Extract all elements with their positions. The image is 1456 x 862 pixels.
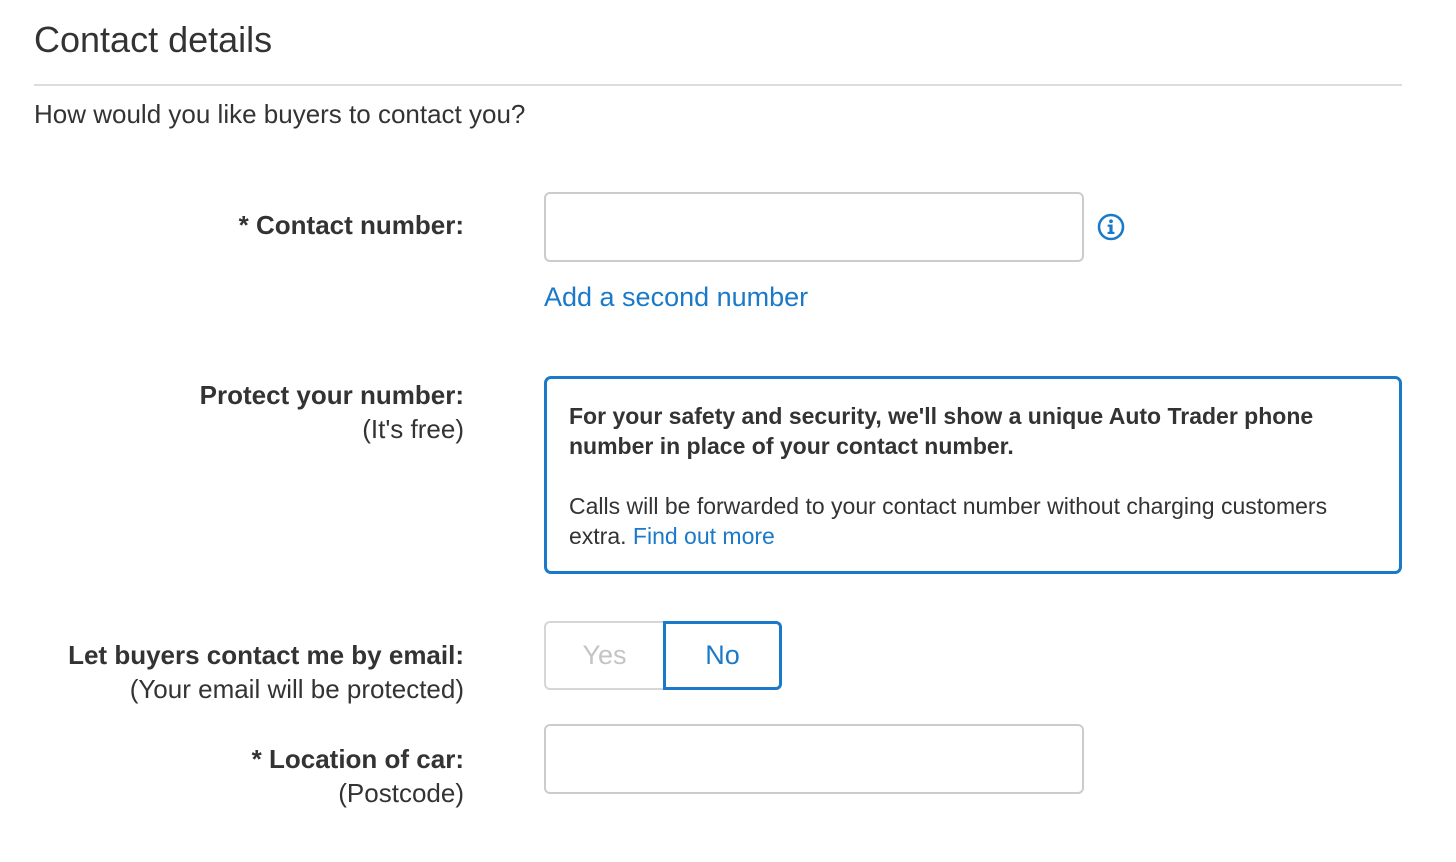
location-label: * Location of car: bbox=[251, 744, 464, 774]
email-contact-label: Let buyers contact me by email: bbox=[68, 640, 464, 670]
location-label-group: * Location of car: (Postcode) bbox=[252, 742, 464, 810]
protect-number-label: Protect your number: bbox=[199, 380, 464, 410]
contact-number-label-group: * Contact number: bbox=[239, 208, 464, 242]
email-yes-button[interactable]: Yes bbox=[544, 621, 663, 690]
email-contact-label-group: Let buyers contact me by email: (Your em… bbox=[68, 638, 464, 706]
contact-number-input[interactable] bbox=[544, 192, 1084, 262]
location-sublabel: (Postcode) bbox=[338, 778, 464, 808]
protect-number-notice: For your safety and security, we'll show… bbox=[544, 376, 1402, 574]
protect-number-sublabel: (It's free) bbox=[362, 414, 464, 444]
email-contact-toggle: Yes No bbox=[544, 621, 782, 690]
email-no-button[interactable]: No bbox=[663, 621, 782, 690]
postcode-input[interactable] bbox=[544, 724, 1084, 794]
page-title: Contact details bbox=[34, 19, 273, 60]
add-second-number-link[interactable]: Add a second number bbox=[544, 281, 808, 313]
find-out-more-link[interactable]: Find out more bbox=[633, 523, 775, 549]
notice-headline: For your safety and security, we'll show… bbox=[569, 403, 1314, 459]
section-intro: How would you like buyers to contact you… bbox=[34, 99, 526, 129]
section-divider bbox=[34, 84, 1402, 86]
contact-number-label: * Contact number: bbox=[238, 210, 464, 240]
protect-number-label-group: Protect your number: (It's free) bbox=[200, 378, 464, 446]
email-contact-sublabel: (Your email will be protected) bbox=[129, 674, 464, 704]
info-circle-icon[interactable] bbox=[1097, 213, 1125, 241]
notice-body: Calls will be forwarded to your contact … bbox=[569, 491, 1377, 551]
